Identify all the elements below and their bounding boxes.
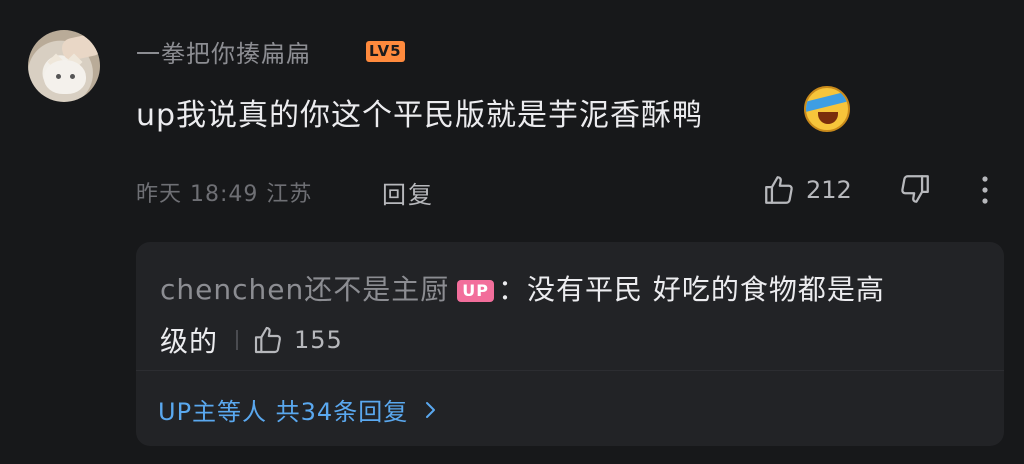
like-count: 212 (806, 176, 852, 204)
avatar-hand (60, 32, 100, 62)
up-badge: UP (457, 280, 494, 302)
reply-preview[interactable]: chenchen还不是主厨 UP ：没有平民 好吃的食物都是高 级的 155 UP主… (136, 242, 1004, 446)
thumbs-up-icon (765, 176, 793, 204)
divider (236, 330, 239, 350)
reply-second-line: 级的 155 (160, 320, 343, 360)
reply-divider (136, 370, 1004, 371)
emoji-tear-band (806, 90, 848, 112)
thumbs-down-icon (901, 175, 929, 203)
like-button[interactable]: 212 (762, 170, 852, 210)
reply-username[interactable]: chenchen还不是主厨 (160, 273, 449, 306)
view-more-label: UP主等人 共34条回复 (158, 398, 409, 426)
avatar-cat-eye (56, 74, 61, 79)
more-vertical-icon (982, 176, 988, 204)
view-more-replies-link[interactable]: UP主等人 共34条回复 (158, 392, 438, 427)
reply-button[interactable]: 回复 (382, 175, 434, 210)
avatar-cat-eye (70, 74, 75, 79)
more-options-button[interactable] (978, 174, 992, 206)
reply-text-line2: 级的 (160, 325, 219, 358)
comment-text: up我说真的你这个平民版就是芋泥香酥鸭 (136, 98, 704, 133)
emoji-mouth (818, 112, 838, 124)
reply-thumbs-up-icon[interactable] (252, 324, 284, 356)
reply-like-count: 155 (294, 326, 343, 354)
level-badge: LV5 (366, 41, 405, 62)
avatar-cat-face (44, 60, 86, 94)
reply-first-line: chenchen还不是主厨 UP ：没有平民 好吃的食物都是高 (160, 268, 1000, 308)
chevron-right-icon (426, 401, 436, 418)
laughing-crying-emoji-icon (804, 86, 850, 132)
dislike-button[interactable] (898, 172, 932, 206)
comment-meta: 昨天 18:49 江苏 (136, 182, 313, 207)
reply-text-line1: ：没有平民 好吃的食物都是高 (497, 273, 885, 306)
user-avatar[interactable] (28, 30, 100, 102)
comment-username[interactable]: 一拳把你揍扁扁 (136, 34, 311, 69)
